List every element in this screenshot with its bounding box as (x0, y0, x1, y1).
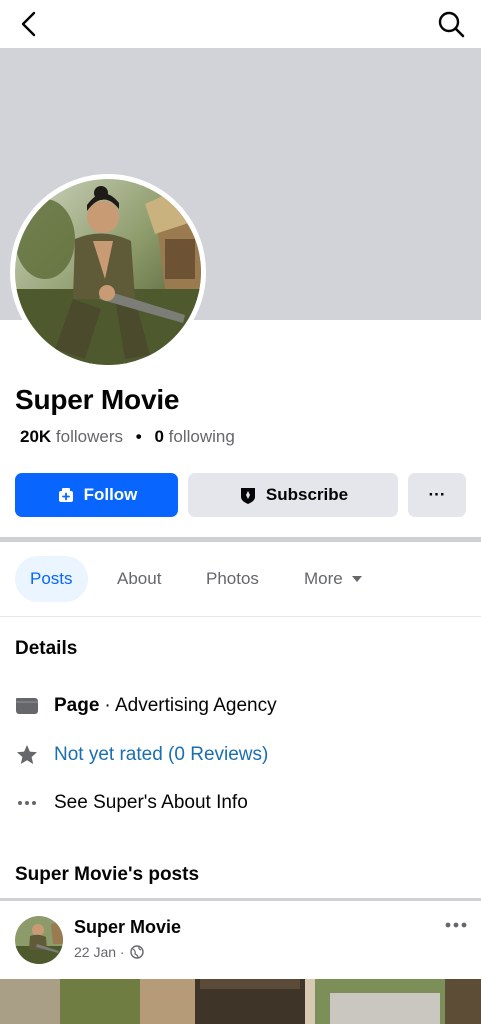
tab-more[interactable]: More (304, 556, 362, 602)
chevron-left-icon[interactable] (14, 8, 46, 40)
follow-stats[interactable]: 20K followers • 0 following (20, 427, 235, 447)
post-meta: 22 Jan · (74, 944, 144, 960)
rating-link[interactable]: Not yet rated (0 Reviews) (54, 744, 268, 766)
profile-avatar[interactable] (10, 174, 206, 370)
tab-photos-label: Photos (206, 569, 259, 588)
page-title: Super Movie (15, 384, 180, 415)
detail-page-category: Page · Advertising Agency (15, 692, 277, 720)
tab-about[interactable]: About (117, 556, 161, 602)
top-bar (0, 0, 481, 48)
tab-about-label: About (117, 569, 162, 588)
about-info-label: See Super's About Info (54, 792, 248, 813)
page-type: Page (54, 695, 100, 716)
detail-about-info[interactable]: See Super's About Info (15, 789, 248, 817)
profile-tabs: Posts About Photos More (0, 556, 481, 602)
tab-more-label: More (304, 569, 343, 588)
search-icon[interactable] (435, 8, 467, 40)
post-date[interactable]: 22 Jan · (74, 944, 125, 960)
caret-down-icon (351, 576, 362, 582)
followers-count: 20K (20, 427, 52, 446)
shield-icon (238, 485, 258, 505)
follow-label: Follow (83, 485, 138, 504)
stats-separator: • (135, 427, 142, 446)
ellipsis-icon (15, 791, 39, 815)
more-options-button[interactable]: ··· (408, 473, 466, 517)
section-divider (0, 537, 481, 542)
post-header: Super Movie 22 Jan · (0, 901, 481, 979)
tab-photos[interactable]: Photos (206, 556, 259, 602)
globe-icon (129, 945, 144, 959)
posts-heading: Super Movie's posts (15, 864, 200, 885)
post-author-name[interactable]: Super Movie (74, 917, 181, 938)
follow-button[interactable]: Follow (15, 473, 178, 517)
subscribe-label: Subscribe (265, 485, 349, 504)
subscribe-button[interactable]: Subscribe (188, 473, 398, 517)
tabs-divider (0, 616, 481, 617)
avatar-image (15, 179, 201, 365)
post-image[interactable] (0, 979, 481, 1024)
follow-icon (56, 485, 76, 505)
followers-label: followers (55, 427, 124, 446)
tab-posts-label: Posts (30, 569, 73, 588)
page-flag-icon (15, 694, 39, 718)
detail-rating[interactable]: Not yet rated (0 Reviews) (15, 741, 268, 769)
post-author-avatar[interactable] (15, 916, 63, 964)
more-options-label: ··· (428, 485, 446, 504)
following-label: following (168, 427, 235, 446)
post-options-icon[interactable] (443, 915, 469, 935)
details-heading: Details (15, 638, 78, 659)
tab-posts[interactable]: Posts (15, 556, 88, 602)
star-icon (15, 743, 39, 767)
page-category: · Advertising Agency (104, 695, 277, 716)
following-count: 0 (154, 427, 164, 446)
